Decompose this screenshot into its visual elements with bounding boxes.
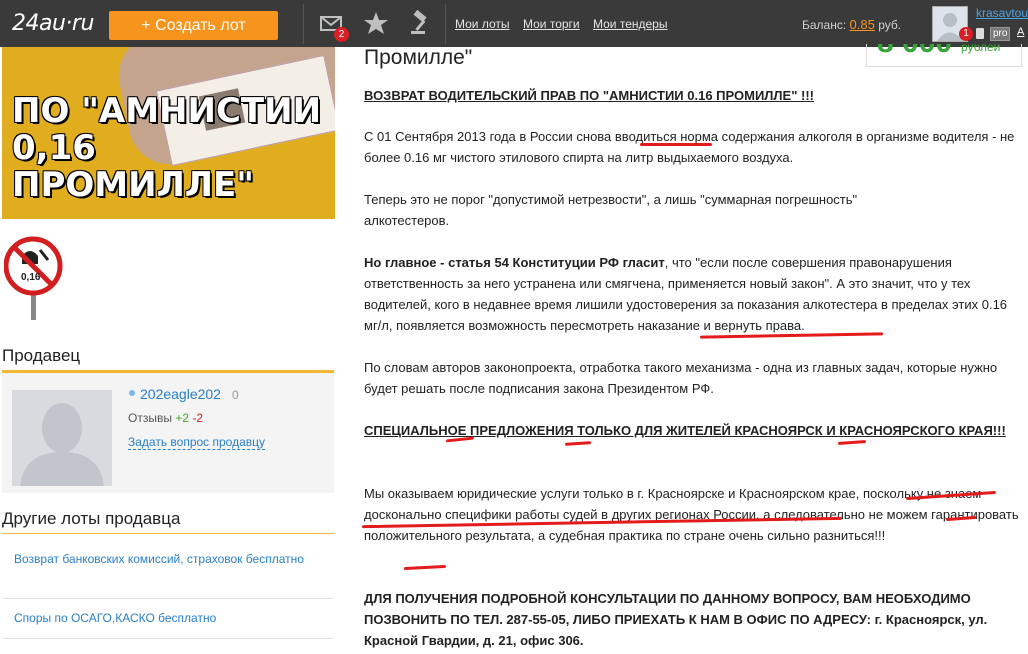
divider bbox=[2, 638, 334, 639]
my-lots-link[interactable]: Мои лоты bbox=[455, 17, 510, 31]
my-tenders-link[interactable]: Мои тендеры bbox=[593, 17, 667, 31]
other-lot-link[interactable]: Возврат банковских комиссий, страховок б… bbox=[2, 551, 334, 568]
my-bids-link[interactable]: Мои торги bbox=[523, 17, 580, 31]
seller-rating: 0 bbox=[232, 388, 239, 402]
lot-main-image[interactable]: ПО "АМНИСТИИ 0,16 ПРОМИЛЛЕ" bbox=[2, 47, 335, 219]
other-lot-item[interactable]: Споры по ОСАГО,КАСКО бесплатно bbox=[2, 610, 334, 627]
positive-reviews-count[interactable]: +2 bbox=[175, 411, 189, 425]
red-underline-annotation bbox=[564, 441, 592, 446]
description-paragraph: Но главное - статья 54 Конституции РФ гл… bbox=[364, 252, 1024, 336]
thumbnail-label: 0,16 bbox=[21, 272, 41, 283]
mobile-icon[interactable] bbox=[976, 28, 984, 39]
top-navigation-bar: 24au·ru + Создать лот 2 Мои лоты Мои тор… bbox=[0, 0, 1028, 47]
constitution-statement: Но главное - статья 54 Конституции РФ гл… bbox=[364, 255, 665, 270]
red-underline-annotation bbox=[403, 564, 447, 571]
seller-reviews: Отзывы +2 -2 bbox=[128, 411, 203, 425]
other-lots-section-title: Другие лоты продавца bbox=[2, 509, 181, 528]
lot-image-text: ПО "АМНИСТИИ 0,16 ПРОМИЛЛЕ" bbox=[12, 91, 322, 205]
other-lot-item[interactable]: Возврат банковских комиссий, страховок б… bbox=[2, 551, 334, 568]
pro-badge[interactable]: pro bbox=[990, 27, 1011, 41]
divider bbox=[303, 4, 304, 44]
price-value: 8 000 bbox=[877, 44, 952, 60]
seller-section-title: Продавец bbox=[2, 346, 81, 365]
divider bbox=[2, 598, 334, 599]
lot-title: Промилле" bbox=[364, 46, 473, 69]
star-icon[interactable] bbox=[363, 10, 389, 36]
extra-link[interactable]: A bbox=[1017, 26, 1024, 38]
description-paragraph: С 01 Сентября 2013 года в России снова в… bbox=[364, 129, 1015, 165]
description-paragraph: По словам авторов законопроекта, отработ… bbox=[364, 360, 998, 396]
balance: Баланс: 0.85 руб. bbox=[802, 17, 901, 32]
contact-paragraph: ДЛЯ ПОЛУЧЕНИЯ ПОДРОБНОЙ КОНСУЛЬТАЦИИ ПО … bbox=[364, 591, 988, 648]
description-paragraph: Теперь это не порог "допустимой нетрезво… bbox=[364, 192, 858, 228]
create-lot-button[interactable]: + Создать лот bbox=[109, 11, 278, 40]
description-heading: ВОЗВРАТ ВОДИТЕЛЬСКИЙ ПРАВ ПО "АМНИСТИИ 0… bbox=[364, 88, 814, 103]
lot-thumbnail[interactable]: 0,16 bbox=[4, 234, 64, 322]
description-paragraph: Мы оказываем юридические услуги только в… bbox=[364, 486, 1019, 543]
balance-currency: руб. bbox=[878, 18, 902, 32]
site-logo[interactable]: 24au·ru bbox=[12, 7, 94, 41]
gavel-icon[interactable] bbox=[408, 10, 434, 36]
seller-avatar[interactable] bbox=[12, 390, 112, 486]
price-box: 8 000 рублей bbox=[866, 44, 1022, 67]
balance-label: Баланс: bbox=[802, 18, 847, 32]
user-notification-badge: 1 bbox=[959, 27, 973, 41]
red-underline-annotation bbox=[640, 143, 712, 146]
mail-count-badge: 2 bbox=[334, 27, 349, 42]
seller-name-link[interactable]: 202eagle202 bbox=[140, 386, 221, 402]
user-silhouette-icon bbox=[20, 403, 104, 486]
other-lot-link[interactable]: Споры по ОСАГО,КАСКО бесплатно bbox=[2, 610, 334, 627]
balance-amount-link[interactable]: 0.85 bbox=[850, 17, 875, 32]
username-link[interactable]: krasavtou bbox=[976, 6, 1028, 20]
price-currency: рублей bbox=[961, 44, 1001, 54]
section-accent-line bbox=[2, 533, 334, 534]
ask-seller-link[interactable]: Задать вопрос продавцу bbox=[128, 435, 266, 450]
online-status-icon bbox=[129, 390, 135, 396]
divider bbox=[445, 4, 446, 44]
reviews-label: Отзывы bbox=[128, 411, 172, 425]
red-underline-annotation bbox=[837, 440, 867, 445]
negative-reviews-count[interactable]: -2 bbox=[192, 411, 203, 425]
